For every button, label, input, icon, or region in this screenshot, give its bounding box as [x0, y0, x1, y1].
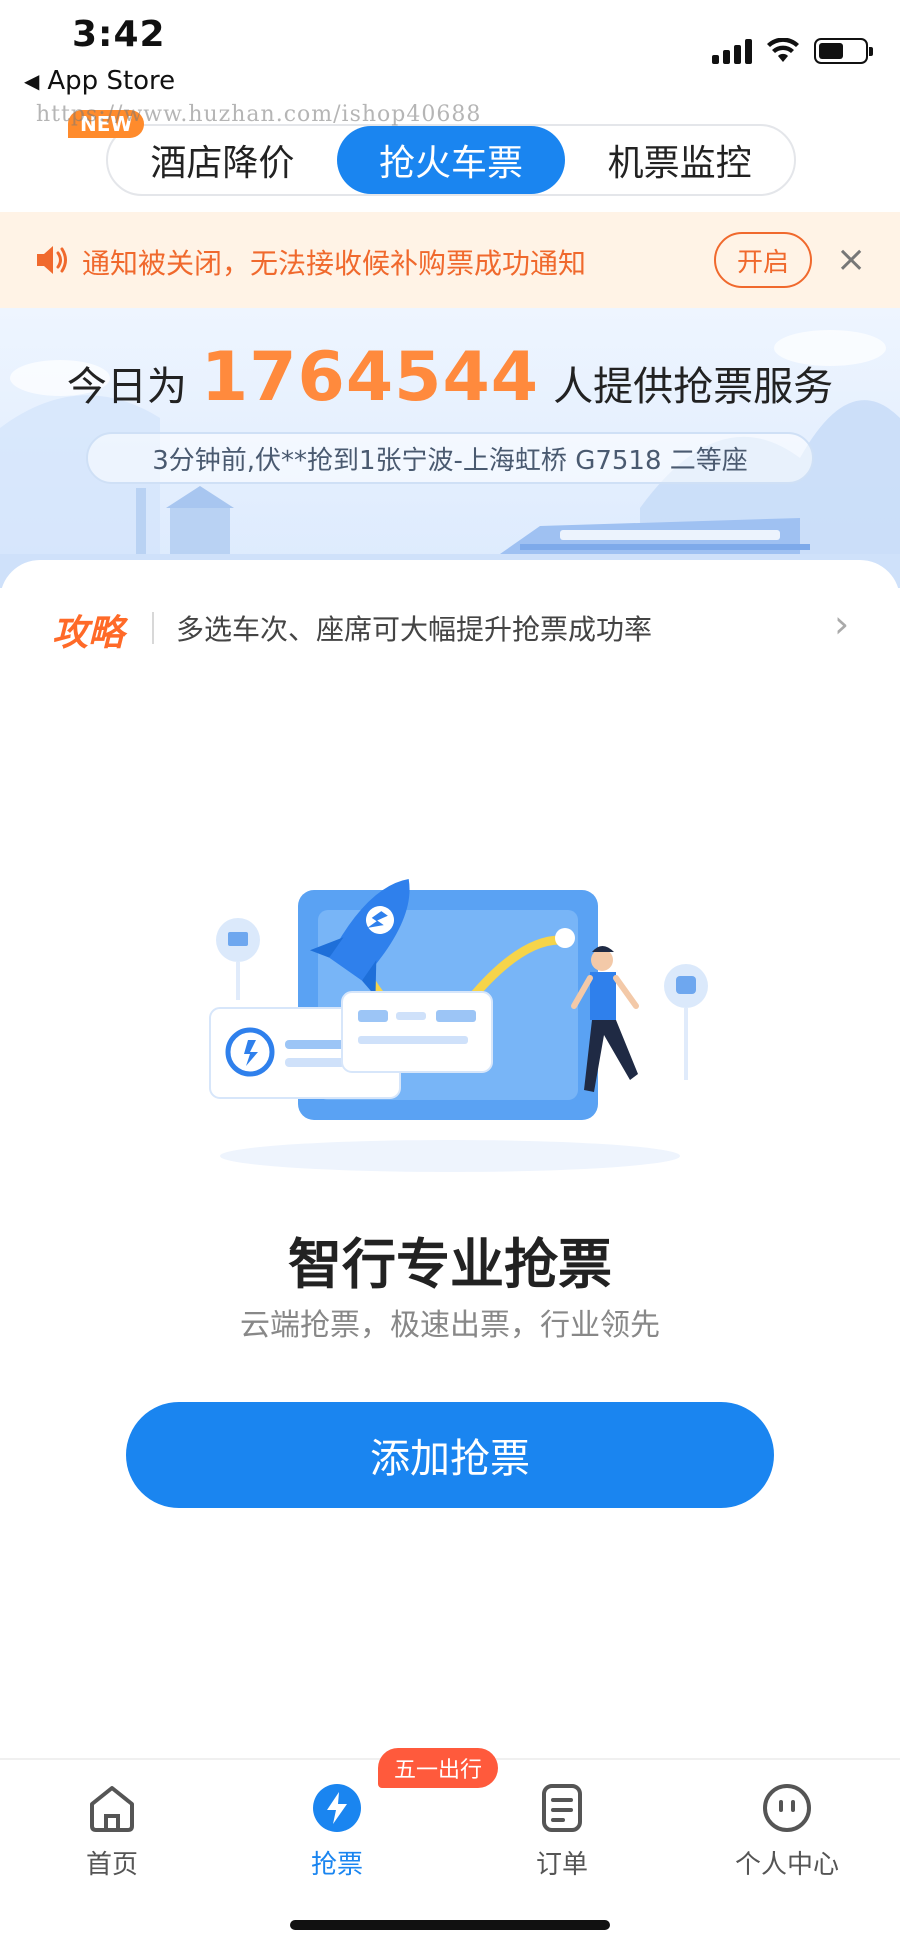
lightning-icon: [313, 1784, 361, 1832]
chevron-right-icon: ›: [834, 602, 850, 646]
wifi-icon: [767, 38, 799, 62]
battery-icon: [814, 38, 873, 64]
service-count: 1764544: [200, 338, 540, 417]
recent-success-ticker: 3分钟前,伏**抢到1张宁波-上海虹桥 G7518 二等座: [86, 432, 814, 484]
tab-hotel-price-drop[interactable]: 酒店降价: [108, 126, 337, 194]
nav-item-home[interactable]: 首页: [32, 1782, 192, 1892]
tip-divider: [152, 612, 154, 644]
back-to-app-link[interactable]: ◀ App Store: [24, 66, 175, 96]
nav-item-profile[interactable]: 个人中心: [707, 1782, 867, 1892]
may-day-badge: 五一出行: [378, 1748, 499, 1788]
rocket-ticket-illustration: [209, 879, 708, 1172]
strategy-tip-text: 多选车次、座席可大幅提升抢票成功率: [176, 613, 653, 646]
nav-label-home: 首页: [85, 1850, 138, 1880]
main-card: 攻略 多选车次、座席可大幅提升抢票成功率 › 智行专业抢票 云端抢票，极速出票，…: [0, 560, 900, 1760]
add-ticket-grab-button[interactable]: 添加抢票: [126, 1402, 774, 1508]
count-suffix: 人提供抢票服务: [553, 364, 834, 410]
speaker-icon: [37, 246, 67, 274]
nav-item-orders[interactable]: 订单: [482, 1782, 642, 1892]
service-count-line: 今日为 1764544 人提供抢票服务: [0, 338, 900, 417]
home-icon: [90, 1786, 134, 1832]
status-bar: 3:42 ◀ App Store: [0, 0, 900, 110]
enable-notification-button[interactable]: 开启: [714, 232, 812, 288]
status-icons: [712, 38, 873, 64]
nav-label-profile: 个人中心: [734, 1850, 839, 1880]
main-headline: 智行专业抢票: [288, 1233, 612, 1296]
nav-label-orders: 订单: [535, 1850, 588, 1880]
cellular-signal-icon: [712, 38, 752, 64]
status-time: 3:42: [72, 14, 166, 55]
nav-item-grab-ticket[interactable]: 抢票: [257, 1782, 417, 1892]
hero-banner: 今日为 1764544 人提供抢票服务 3分钟前,伏**抢到1张宁波-上海虹桥 …: [0, 308, 900, 588]
bottom-navigation: 首页 抢票 订单 个人中心 五一出行: [0, 1748, 900, 1948]
back-app-label: App Store: [47, 66, 176, 96]
profile-icon: [763, 1784, 811, 1832]
notification-banner: 通知被关闭，无法接收候补购票成功通知 开启 ×: [0, 212, 900, 308]
watermark-text: https://www.huzhan.com/ishop40688: [36, 102, 482, 127]
back-arrow-icon: ◀: [24, 69, 40, 93]
close-icon[interactable]: ×: [836, 240, 866, 280]
strategy-tip-row[interactable]: 攻略 多选车次、座席可大幅提升抢票成功率 ›: [0, 592, 900, 662]
order-icon: [542, 1784, 582, 1832]
home-indicator: [290, 1920, 610, 1930]
count-prefix: 今日为: [66, 364, 187, 410]
segmented-tabs: 酒店降价 抢火车票 机票监控: [106, 124, 796, 196]
notice-message: 通知被关闭，无法接收候补购票成功通知: [82, 247, 587, 280]
tab-flight-monitor[interactable]: 机票监控: [565, 126, 794, 194]
nav-label-grab-ticket: 抢票: [310, 1850, 363, 1880]
main-subline: 云端抢票，极速出票，行业领先: [240, 1308, 660, 1343]
strategy-tag: 攻略: [52, 613, 125, 654]
tab-train-ticket[interactable]: 抢火车票: [336, 126, 566, 194]
